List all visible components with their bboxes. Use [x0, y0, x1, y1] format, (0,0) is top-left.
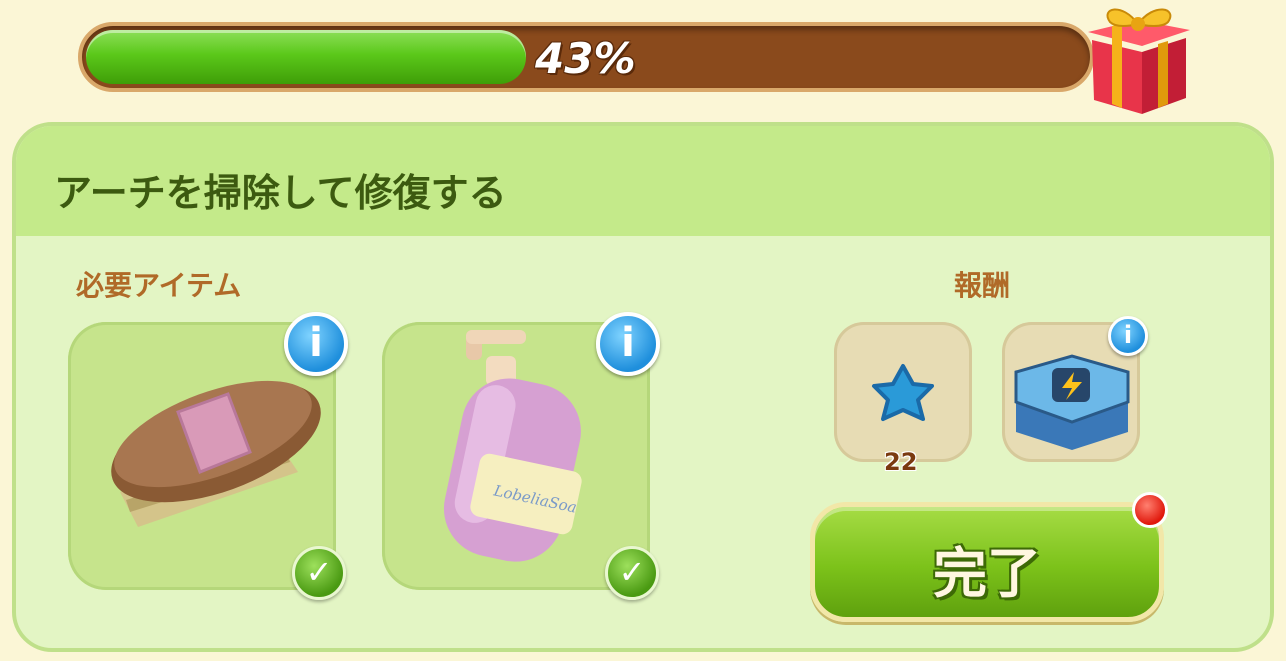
blue-star-icon — [872, 364, 934, 421]
check-icon: ✓ — [605, 546, 659, 600]
reward-count: 22 — [884, 448, 918, 476]
required-items-label: 必要アイテム — [76, 269, 242, 302]
check-icon: ✓ — [292, 546, 346, 600]
complete-button-label: 完了 — [933, 542, 1041, 605]
info-icon[interactable]: i — [1108, 316, 1148, 356]
panel-header: アーチを掃除して修復する — [16, 126, 1270, 236]
info-icon[interactable]: i — [596, 312, 660, 376]
info-icon[interactable]: i — [284, 312, 348, 376]
notification-dot — [1132, 492, 1168, 528]
reward-star[interactable] — [834, 322, 972, 462]
complete-button[interactable]: 完了 — [810, 502, 1164, 622]
task-title: アーチを掃除して修復する — [54, 171, 507, 215]
gift-box-icon[interactable] — [1082, 0, 1194, 116]
rewards-label: 報酬 — [954, 269, 1011, 302]
progress-fill — [86, 30, 526, 84]
progress-percent: 43% — [535, 34, 636, 83]
